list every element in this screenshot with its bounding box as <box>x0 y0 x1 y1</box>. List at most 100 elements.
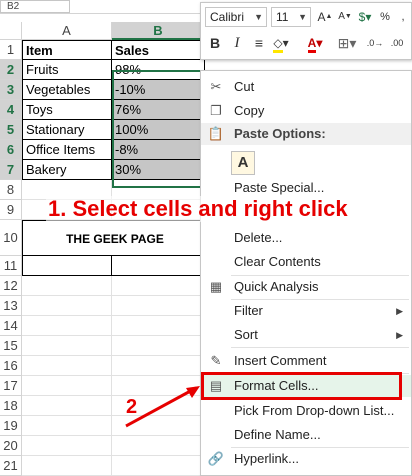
row-number[interactable]: 1 <box>0 40 22 60</box>
name-box[interactable]: B2 <box>0 0 70 13</box>
cell-sales[interactable]: 30% <box>112 160 205 180</box>
menu-item-copy-label: Copy <box>234 103 265 118</box>
row-number[interactable]: 18 <box>0 396 22 416</box>
menu-item-sort[interactable]: Sort ▶ <box>201 324 411 346</box>
decrease-font-size-icon[interactable]: A▼ <box>335 7 355 27</box>
cell-empty[interactable] <box>22 356 112 376</box>
cell-empty[interactable] <box>112 256 205 276</box>
cell-empty[interactable] <box>22 416 112 436</box>
cell-geek-page-label[interactable]: THE GEEK PAGE <box>22 220 205 256</box>
row-number[interactable]: 3 <box>0 80 22 100</box>
accounting-format-icon[interactable]: $▾ <box>355 7 375 27</box>
column-header-b[interactable]: B <box>112 22 205 40</box>
menu-item-clear-contents[interactable]: Clear Contents <box>201 251 411 273</box>
menu-item-filter[interactable]: Filter ▶ <box>201 300 411 322</box>
cell-b1[interactable]: Sales <box>112 40 205 60</box>
cell-empty[interactable] <box>22 396 112 416</box>
row-number[interactable]: 20 <box>0 436 22 456</box>
scissors-icon: ✂ <box>210 79 222 94</box>
row-number[interactable]: 9 <box>0 200 22 220</box>
font-size-select[interactable]: 11 ▼ <box>271 7 311 27</box>
menu-item-cut[interactable]: ✂ Cut <box>201 76 411 98</box>
menu-item-paste-special-label: Paste Special... <box>234 180 325 195</box>
row-number[interactable]: 4 <box>0 100 22 120</box>
cell-empty[interactable] <box>112 456 205 476</box>
cell-empty[interactable] <box>22 456 112 476</box>
cell-empty[interactable] <box>22 276 112 296</box>
cell-sales[interactable]: 98% <box>112 60 205 80</box>
increase-font-size-icon[interactable]: A▲ <box>315 7 335 27</box>
borders-icon[interactable]: ⊞▾ <box>337 33 357 53</box>
cell-item[interactable]: Bakery <box>22 160 112 180</box>
cell-empty[interactable] <box>112 356 205 376</box>
font-size-value: 11 <box>276 10 289 24</box>
row-number[interactable]: 17 <box>0 376 22 396</box>
cell-item[interactable]: Vegetables <box>22 80 112 100</box>
format-cells-icon: ▤ <box>209 378 223 393</box>
menu-item-hyperlink[interactable]: 🔗 Hyperlink... <box>201 448 411 470</box>
cell-sales[interactable]: -8% <box>112 140 205 160</box>
cell-sales[interactable]: 100% <box>112 120 205 140</box>
cell-empty[interactable] <box>112 316 205 336</box>
menu-item-format-cells[interactable]: ▤ Format Cells... <box>201 375 411 397</box>
row-number[interactable]: 13 <box>0 296 22 316</box>
row-number[interactable]: 16 <box>0 356 22 376</box>
row-number[interactable]: 19 <box>0 416 22 436</box>
cell-empty[interactable] <box>112 436 205 456</box>
cell-empty[interactable] <box>22 256 112 276</box>
chevron-right-icon: ▶ <box>396 306 403 316</box>
cell-a1[interactable]: Item <box>22 40 112 60</box>
bold-button[interactable]: B <box>205 33 225 53</box>
row-number[interactable]: 10 <box>0 220 22 256</box>
row-number[interactable]: 7 <box>0 160 22 180</box>
row-number[interactable]: 2 <box>0 60 22 80</box>
annotation-step1: 1. Select cells and right click <box>46 196 350 222</box>
cell-empty[interactable] <box>22 336 112 356</box>
menu-item-pick-list[interactable]: Pick From Drop-down List... <box>201 400 411 422</box>
comma-style-icon[interactable]: , <box>393 7 412 27</box>
cell-empty[interactable] <box>22 296 112 316</box>
decrease-decimal-icon[interactable]: .00 <box>387 33 407 53</box>
align-center-icon[interactable]: ≡ <box>249 33 269 53</box>
menu-item-define-name[interactable]: Define Name... <box>201 424 411 446</box>
row-number[interactable]: 21 <box>0 456 22 476</box>
font-name-select[interactable]: Calibri ▼ <box>205 7 267 27</box>
cell-sales[interactable]: 76% <box>112 100 205 120</box>
column-header-a[interactable]: A <box>22 22 112 40</box>
chevron-down-icon: ▼ <box>254 12 263 22</box>
row-number[interactable]: 14 <box>0 316 22 336</box>
paste-options-label: Paste Options: <box>234 126 326 141</box>
menu-item-copy[interactable]: ❐ Copy <box>201 100 411 122</box>
menu-item-quick-analysis[interactable]: ▦ Quick Analysis <box>201 276 411 298</box>
cell-item[interactable]: Office Items <box>22 140 112 160</box>
row-number[interactable]: 15 <box>0 336 22 356</box>
clipboard-icon: 📋 <box>207 126 225 141</box>
cell-empty[interactable] <box>112 296 205 316</box>
row-number[interactable]: 12 <box>0 276 22 296</box>
row-number[interactable]: 11 <box>0 256 22 276</box>
cell-empty[interactable] <box>22 376 112 396</box>
cell-empty[interactable] <box>22 436 112 456</box>
paste-icon[interactable]: A <box>231 151 255 175</box>
cell-item[interactable]: Toys <box>22 100 112 120</box>
increase-decimal-icon[interactable]: .0→ <box>365 33 385 53</box>
cell-empty[interactable] <box>112 276 205 296</box>
italic-button[interactable]: I <box>227 33 247 53</box>
cell-sales[interactable]: -10% <box>112 80 205 100</box>
cell-empty[interactable] <box>112 336 205 356</box>
menu-item-delete[interactable]: Delete... <box>201 227 411 249</box>
cell-item[interactable]: Stationary <box>22 120 112 140</box>
row-number[interactable]: 5 <box>0 120 22 140</box>
percent-format-icon[interactable]: % <box>375 7 395 27</box>
menu-item-hyperlink-label: Hyperlink... <box>234 451 300 466</box>
cell-empty[interactable] <box>22 316 112 336</box>
mini-toolbar: Calibri ▼ 11 ▼ A▲ A▼ $▾ % , B I ≡ ◇▾ A▾ … <box>200 2 412 60</box>
menu-item-insert-comment[interactable]: ✎ Insert Comment <box>201 350 411 372</box>
row-number[interactable]: 6 <box>0 140 22 160</box>
fill-color-icon[interactable]: ◇▾ <box>271 33 291 53</box>
select-all-corner[interactable] <box>0 22 22 40</box>
context-menu: ✂ Cut ❐ Copy 📋 Paste Options: A Paste Sp… <box>200 70 412 476</box>
font-color-icon[interactable]: A▾ <box>305 33 325 53</box>
cell-item[interactable]: Fruits <box>22 60 112 80</box>
row-number[interactable]: 8 <box>0 180 22 200</box>
